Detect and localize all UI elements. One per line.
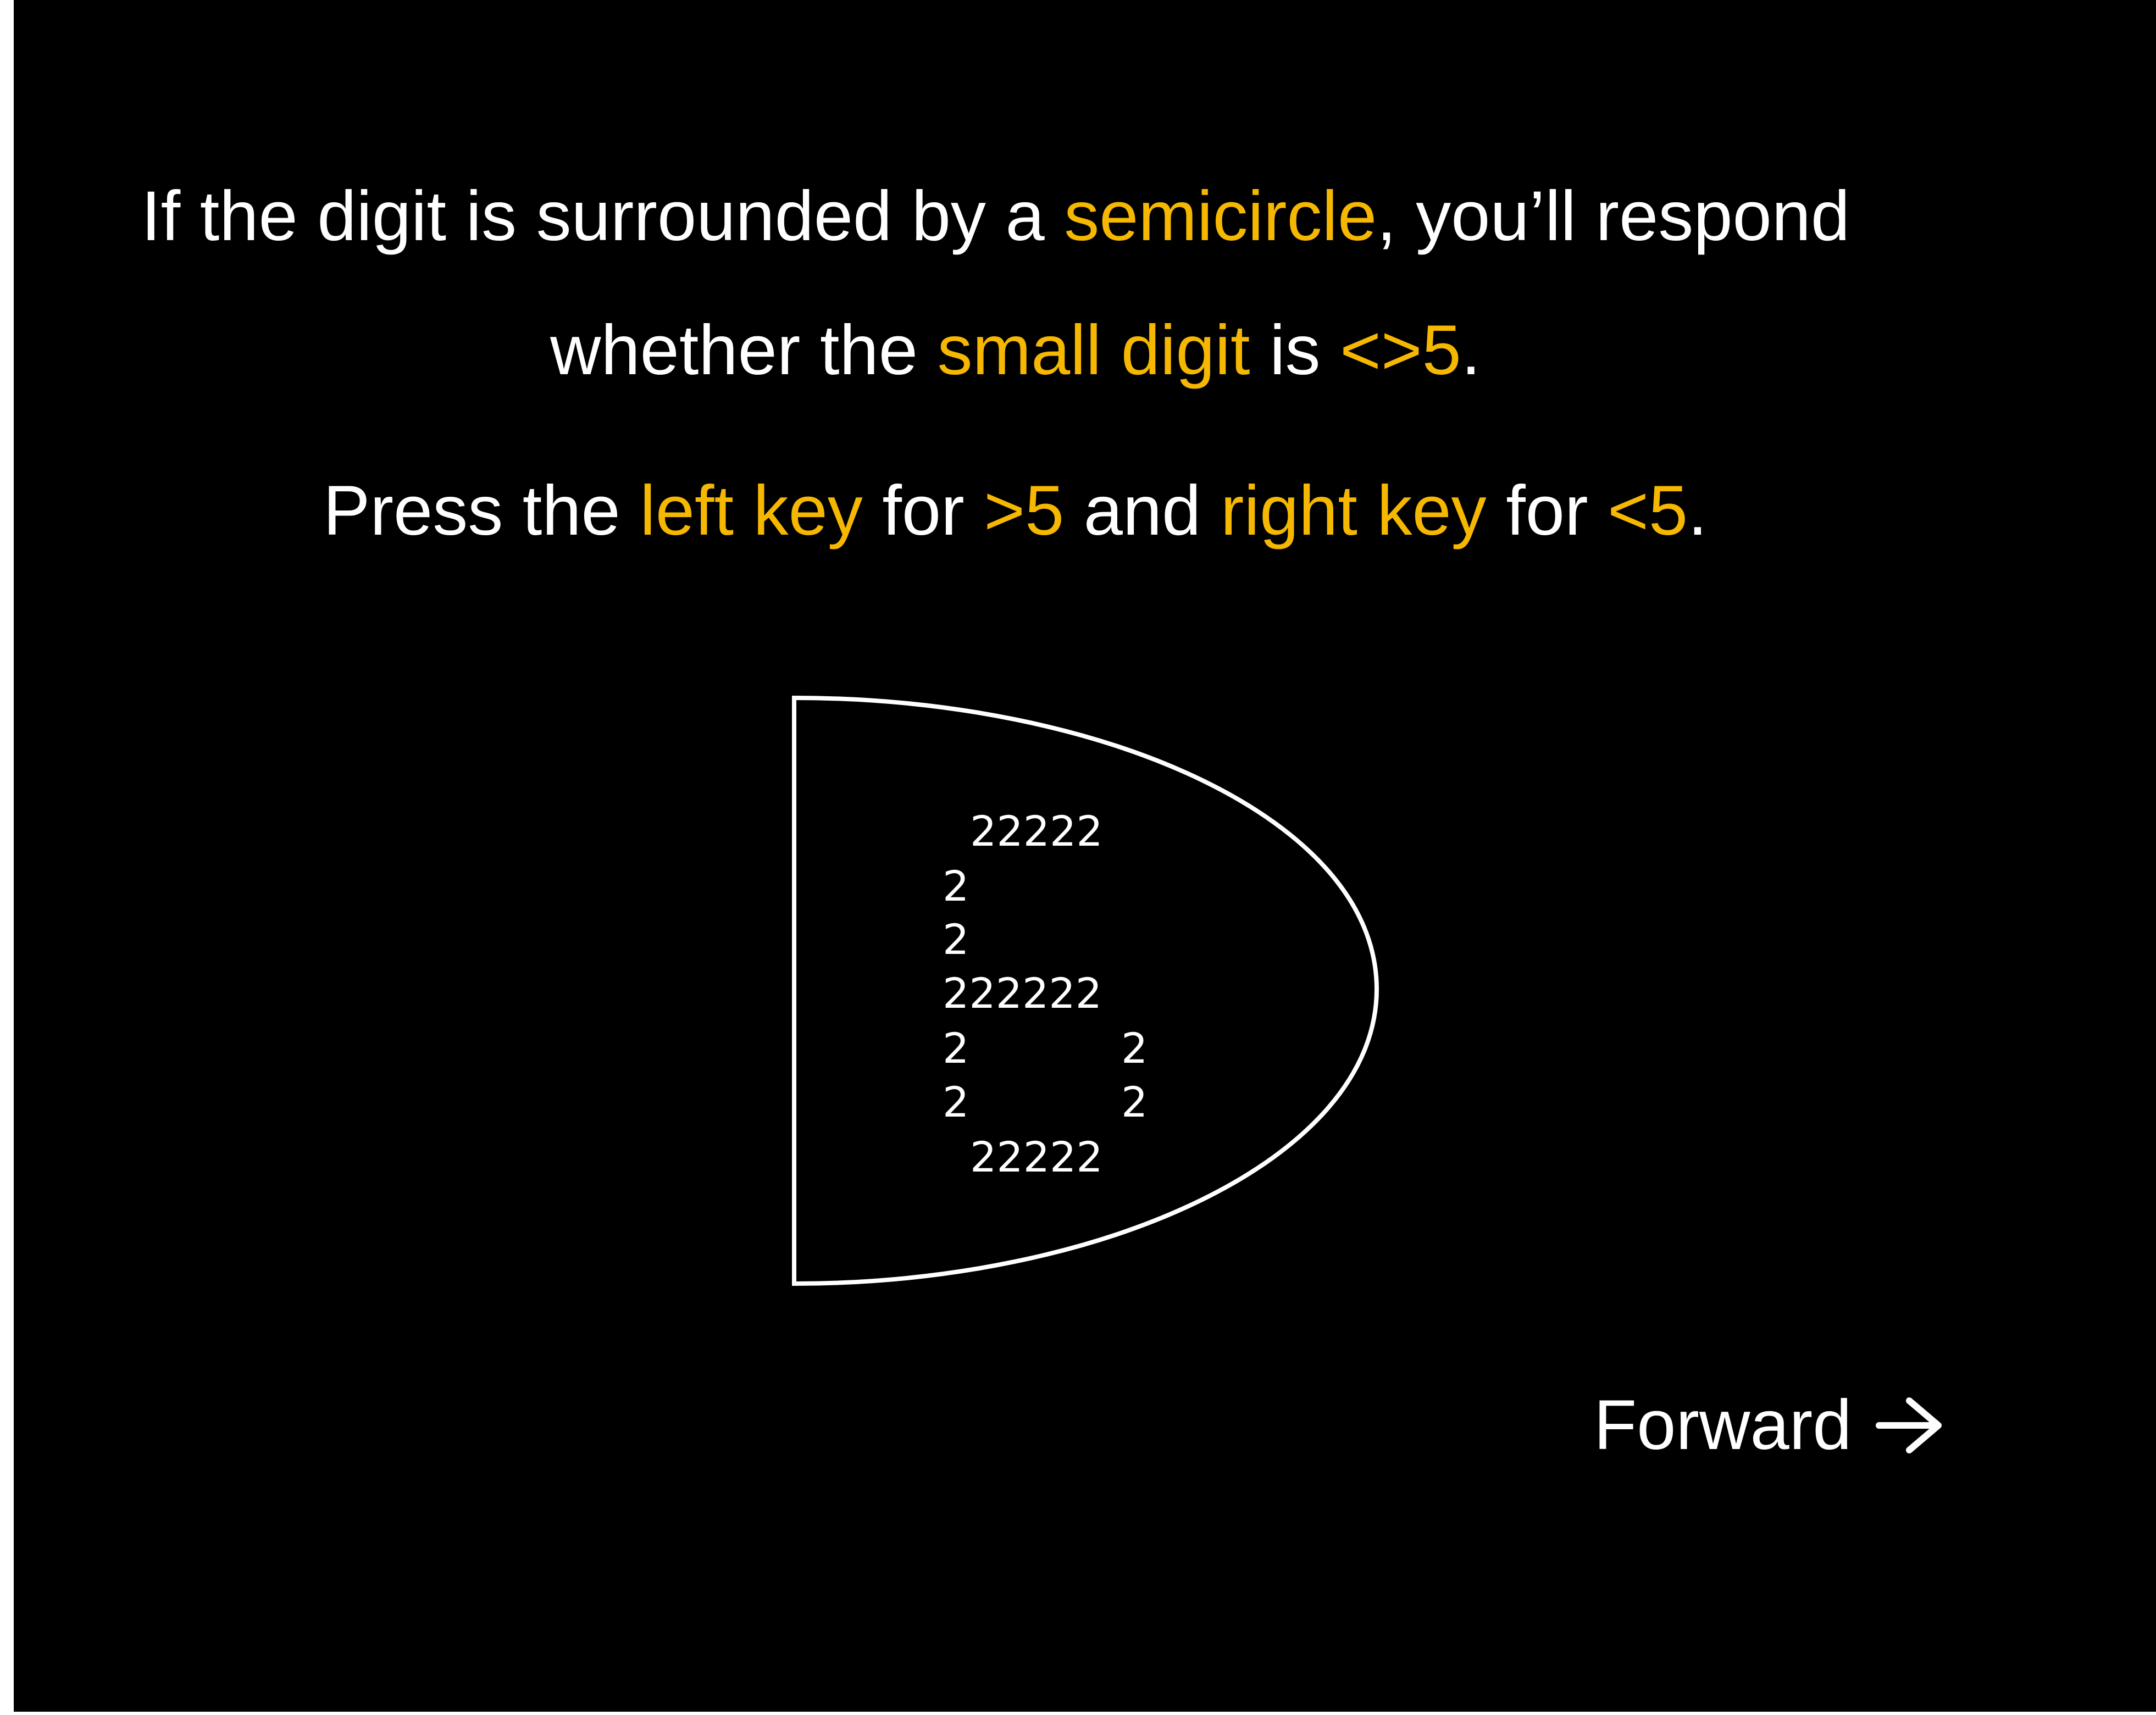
forward-label: Forward — [1594, 1386, 1852, 1464]
digit-row-2: 2 — [943, 862, 969, 911]
digit-row-1: 22222 — [970, 807, 1103, 856]
instruction-screen: If the digit is surrounded by a semicirc… — [14, 0, 2156, 1712]
digit-row-3: 2 — [943, 915, 969, 964]
digit-row-5-right: 2 — [1121, 1024, 1148, 1073]
arrow-right-icon — [1876, 1397, 1942, 1453]
forward-button[interactable]: Forward — [1594, 1390, 1945, 1461]
digit-row-7: 22222 — [970, 1133, 1103, 1181]
digit-row-5-left: 2 — [943, 1024, 969, 1073]
digit-row-4: 222222 — [943, 969, 1102, 1018]
digit-row-6-right: 2 — [1121, 1078, 1148, 1126]
digit-row-6-left: 2 — [943, 1078, 969, 1126]
